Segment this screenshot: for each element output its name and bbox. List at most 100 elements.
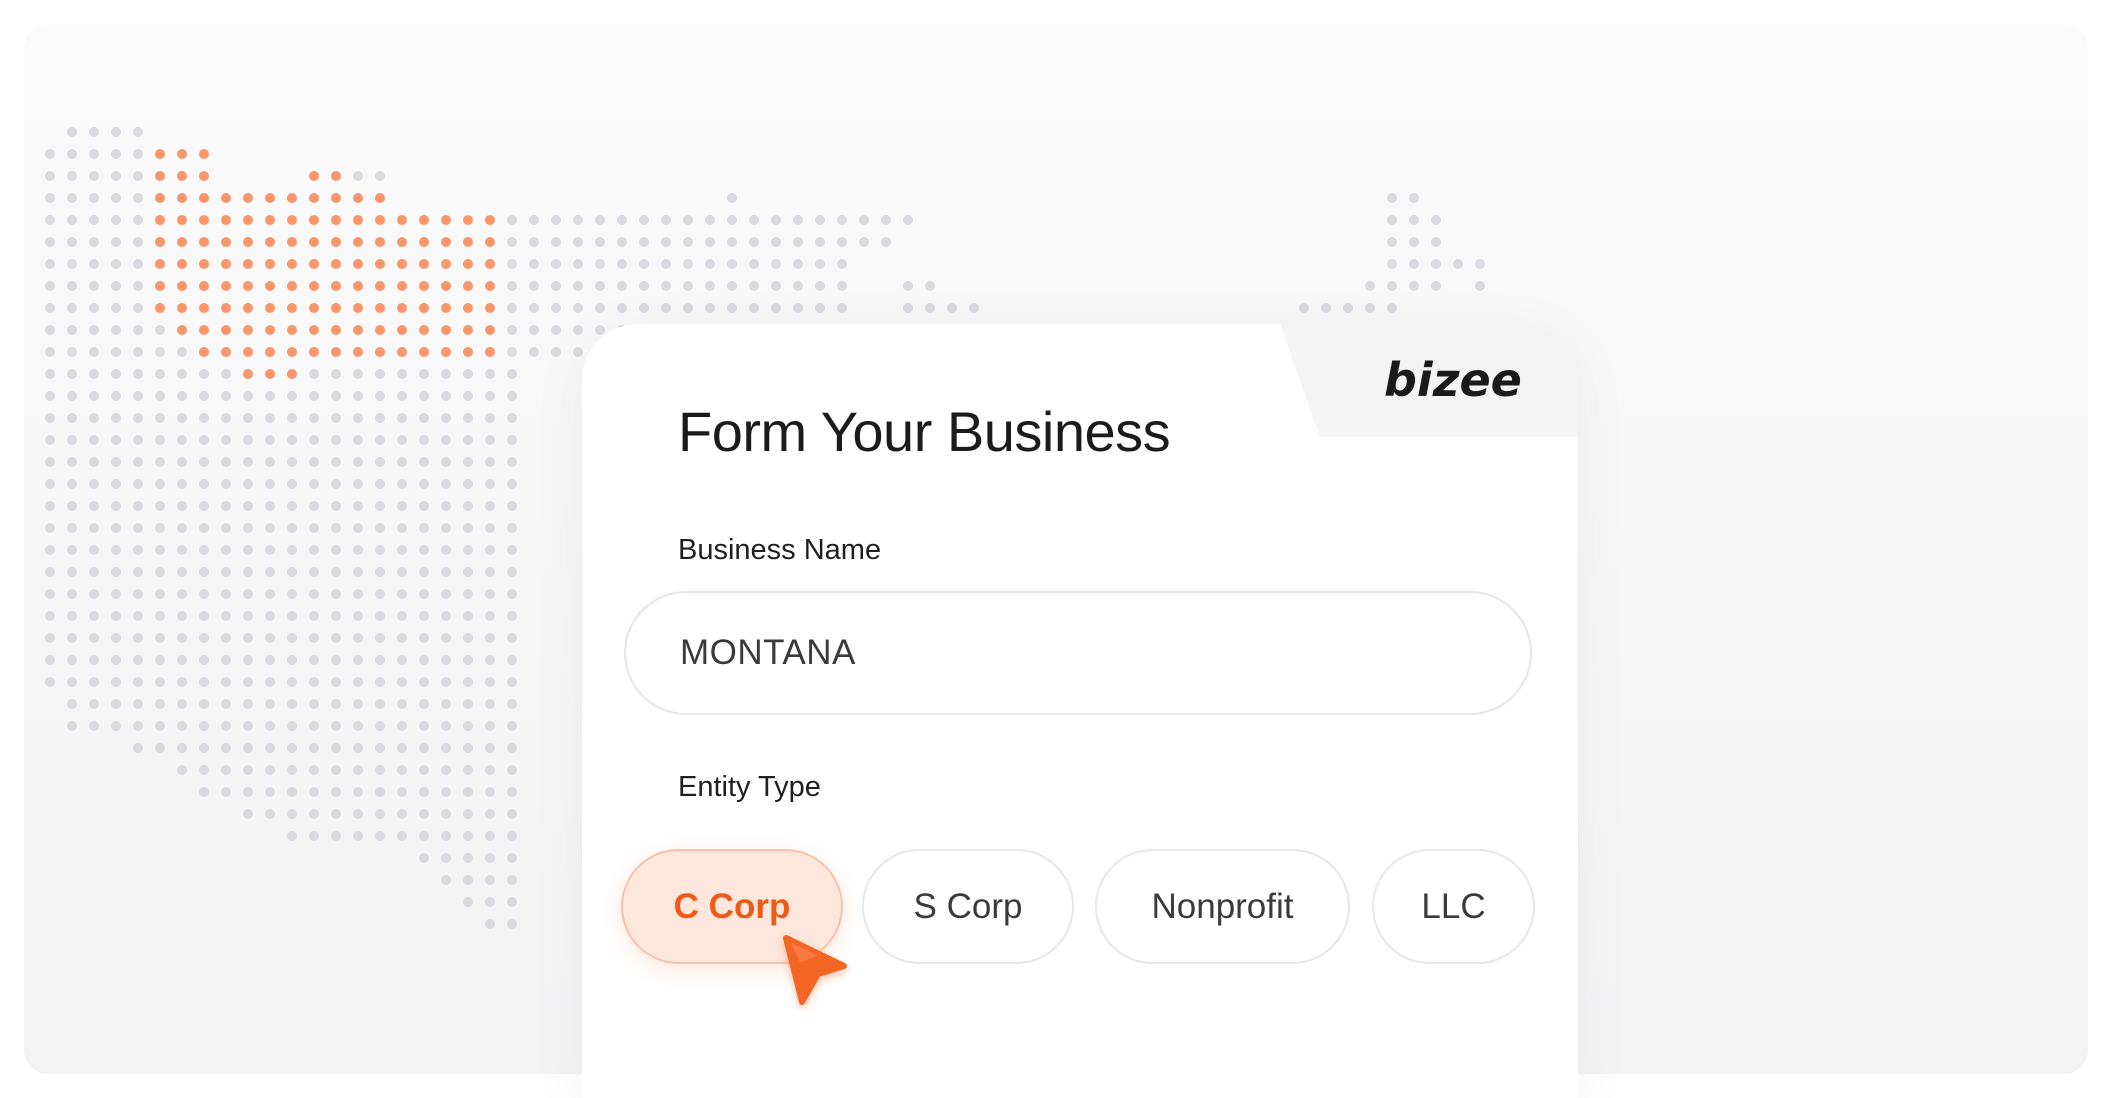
map-dot	[309, 655, 319, 665]
map-dot	[397, 413, 407, 423]
map-dot	[353, 809, 363, 819]
map-dot	[441, 501, 451, 511]
map-dot	[617, 237, 627, 247]
map-dot	[727, 303, 737, 313]
map-dot	[1431, 215, 1441, 225]
map-dot	[89, 413, 99, 423]
map-dot	[463, 435, 473, 445]
map-dot-highlight	[331, 193, 341, 203]
map-dot	[67, 303, 77, 313]
map-dot	[155, 325, 165, 335]
entity-option-s-corp[interactable]: S Corp	[862, 849, 1074, 964]
map-dot	[485, 765, 495, 775]
map-dot	[243, 523, 253, 533]
map-dot	[617, 259, 627, 269]
map-dot	[683, 281, 693, 291]
map-dot	[441, 479, 451, 489]
map-dot-highlight	[199, 303, 209, 313]
map-dot	[441, 369, 451, 379]
map-dot	[793, 215, 803, 225]
map-dot	[67, 347, 77, 357]
map-dot-highlight	[199, 281, 209, 291]
map-dot-highlight	[441, 325, 451, 335]
map-dot	[309, 787, 319, 797]
map-dot	[221, 567, 231, 577]
map-dot	[397, 369, 407, 379]
map-dot	[507, 457, 517, 467]
map-dot	[111, 523, 121, 533]
map-dot-highlight	[177, 237, 187, 247]
map-dot	[507, 303, 517, 313]
map-dot	[485, 787, 495, 797]
map-dot	[485, 391, 495, 401]
entity-option-nonprofit[interactable]: Nonprofit	[1095, 849, 1350, 964]
map-dot	[485, 875, 495, 885]
map-dot	[463, 501, 473, 511]
map-dot	[45, 435, 55, 445]
map-dot	[397, 831, 407, 841]
business-name-input[interactable]: MONTANA	[624, 591, 1532, 715]
map-dot	[155, 523, 165, 533]
map-dot-highlight	[155, 149, 165, 159]
map-dot	[463, 787, 473, 797]
map-dot	[441, 721, 451, 731]
map-dot-highlight	[375, 237, 385, 247]
map-dot	[837, 303, 847, 313]
map-dot	[199, 743, 209, 753]
map-dot	[133, 171, 143, 181]
map-dot	[45, 391, 55, 401]
map-dot	[353, 545, 363, 555]
map-dot-highlight	[199, 171, 209, 181]
map-dot	[1409, 259, 1419, 269]
map-dot	[507, 413, 517, 423]
map-dot	[199, 765, 209, 775]
map-dot	[111, 479, 121, 489]
map-dot	[89, 127, 99, 137]
map-dot	[1387, 237, 1397, 247]
map-dot	[793, 281, 803, 291]
map-dot	[309, 457, 319, 467]
map-dot-highlight	[419, 325, 429, 335]
map-dot	[243, 545, 253, 555]
map-dot	[749, 237, 759, 247]
map-dot-highlight	[243, 325, 253, 335]
map-dot	[177, 743, 187, 753]
map-dot	[177, 391, 187, 401]
map-dot-highlight	[441, 303, 451, 313]
map-dot	[309, 413, 319, 423]
map-dot	[463, 611, 473, 621]
map-dot	[45, 237, 55, 247]
map-dot	[45, 325, 55, 335]
map-dot	[199, 479, 209, 489]
map-dot-highlight	[243, 303, 253, 313]
map-dot	[859, 215, 869, 225]
map-dot	[551, 347, 561, 357]
map-dot	[375, 567, 385, 577]
map-dot	[925, 303, 935, 313]
map-dot	[309, 391, 319, 401]
map-dot	[133, 215, 143, 225]
map-dot	[507, 325, 517, 335]
map-dot	[573, 237, 583, 247]
map-dot	[221, 391, 231, 401]
map-dot	[287, 391, 297, 401]
map-dot	[661, 237, 671, 247]
map-dot	[485, 413, 495, 423]
map-dot	[331, 655, 341, 665]
map-dot	[397, 391, 407, 401]
map-dot	[243, 699, 253, 709]
map-dot	[133, 655, 143, 665]
map-dot	[265, 809, 275, 819]
map-dot	[331, 435, 341, 445]
map-dot	[419, 655, 429, 665]
map-dot	[573, 325, 583, 335]
map-dot-highlight	[331, 303, 341, 313]
map-dot	[507, 281, 517, 291]
map-dot-highlight	[221, 325, 231, 335]
map-dot	[331, 787, 341, 797]
map-dot	[67, 435, 77, 445]
map-dot	[485, 721, 495, 731]
entity-option-llc[interactable]: LLC	[1372, 849, 1535, 964]
map-dot	[177, 677, 187, 687]
map-dot-highlight	[485, 325, 495, 335]
